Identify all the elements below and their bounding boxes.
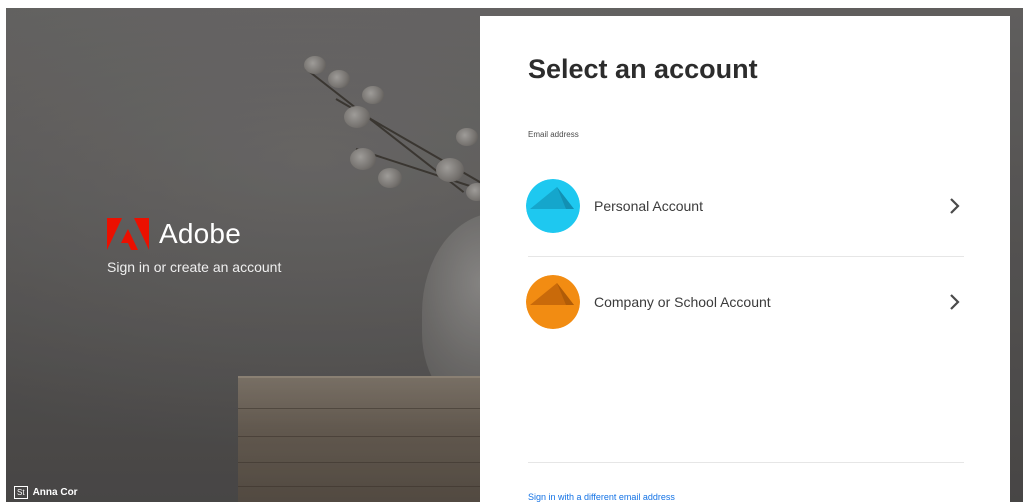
email-label: Email address (528, 130, 579, 139)
brand-name: Adobe (159, 218, 241, 249)
brand-block: Adobe Sign in or create an account (107, 218, 281, 275)
company-account-label: Company or School Account (594, 294, 771, 310)
company-account-option[interactable]: Company or School Account (526, 272, 966, 332)
credit-name: Anna Cor (32, 487, 78, 498)
company-account-icon (526, 275, 580, 329)
different-email-link[interactable]: Sign in with a different email address (528, 492, 675, 502)
chevron-right-icon (950, 198, 960, 214)
account-divider (528, 256, 964, 257)
personal-account-label: Personal Account (594, 198, 703, 214)
personal-account-icon (526, 179, 580, 233)
tagline: Sign in or create an account (107, 259, 282, 275)
personal-account-option[interactable]: Personal Account (526, 176, 966, 236)
adobe-logo-icon (107, 218, 149, 250)
footer-divider (528, 462, 964, 463)
chevron-right-icon (950, 294, 960, 310)
page-title: Select an account (528, 54, 758, 84)
sign-in-window: Adobe Sign in or create an account St An… (0, 0, 1023, 502)
stock-badge-icon: St (14, 486, 28, 499)
account-panel: Select an account Email address Personal… (480, 16, 1010, 502)
photo-credit: St Anna Cor (14, 486, 78, 499)
